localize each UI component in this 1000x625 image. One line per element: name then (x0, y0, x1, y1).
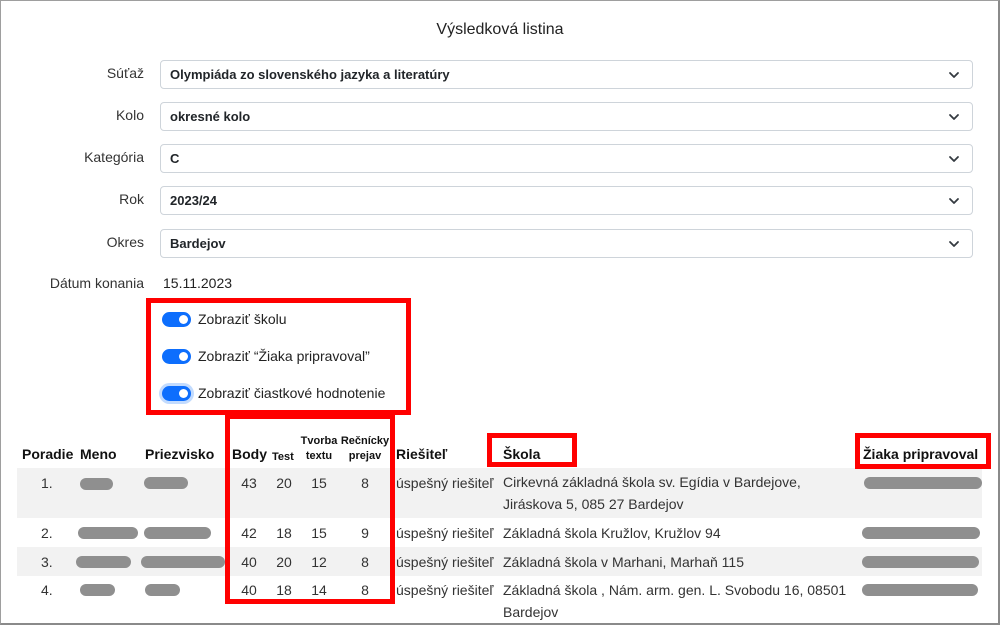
redacted-surname (144, 477, 188, 489)
cell-text-writing: 15 (311, 475, 327, 491)
cell-school: Základná škola v Marhani, Marhaň 115 (503, 554, 744, 570)
select-value: Olympiáda zo slovenského jazyka a litera… (170, 67, 450, 82)
filter-label: Rok (119, 191, 144, 207)
filter-district: Okres Bardejov (0, 229, 1000, 259)
district-select[interactable]: Bardejov (160, 229, 973, 258)
toggle-show-teacher[interactable]: Zobraziť “Žiaka pripravoval” (162, 346, 370, 366)
header-solver: Riešiteľ (396, 446, 448, 462)
cell-text-writing: 15 (311, 525, 327, 541)
redacted-first-name (78, 527, 138, 539)
redacted-first-name (80, 584, 115, 596)
redacted-surname (145, 584, 180, 596)
cell-test: 20 (276, 554, 292, 570)
filter-label: Súťaž (106, 65, 144, 81)
cell-test: 18 (276, 525, 292, 541)
select-value: Bardejov (170, 236, 226, 251)
chevron-down-icon (949, 72, 959, 78)
competition-select[interactable]: Olympiáda zo slovenského jazyka a litera… (160, 60, 973, 89)
header-rank: Poradie (22, 446, 74, 462)
cell-speech: 8 (361, 554, 369, 570)
filter-label: Okres (106, 234, 144, 250)
cell-points: 42 (241, 525, 257, 541)
select-value: C (170, 151, 180, 166)
toggle-label: Zobraziť školu (198, 311, 287, 327)
header-speech: Rečnícky prejav (340, 435, 390, 462)
redacted-teacher (864, 477, 982, 489)
select-value: 2023/24 (170, 193, 217, 208)
header-teacher: Žiaka pripravoval (863, 446, 979, 462)
filter-round: Kolo okresné kolo (0, 102, 1000, 132)
header-text-writing: Tvorba textu (300, 435, 338, 462)
redacted-surname (141, 556, 225, 568)
chevron-down-icon (949, 156, 959, 162)
filter-competition: Súťaž Olympiáda zo slovenského jazyka a … (0, 60, 1000, 90)
cell-points: 43 (241, 475, 257, 491)
cell-speech: 8 (361, 582, 369, 598)
cell-solver: úspešný riešiteľ (396, 554, 494, 570)
year-select[interactable]: 2023/24 (160, 186, 973, 215)
filter-label: Kategória (84, 149, 144, 165)
select-value: okresné kolo (170, 109, 251, 124)
toggle-show-school[interactable]: Zobraziť školu (162, 309, 287, 329)
header-test: Test (272, 451, 294, 463)
toggle-show-partial-scores[interactable]: Zobraziť čiastkové hodnotenie (162, 383, 385, 403)
filter-year: Rok 2023/24 (0, 186, 1000, 216)
date-label: Dátum konania (49, 275, 144, 291)
redacted-first-name (80, 478, 113, 490)
cell-solver: úspešný riešiteľ (396, 525, 494, 541)
toggle-label: Zobraziť čiastkové hodnotenie (198, 385, 386, 401)
row-stripe (17, 468, 982, 518)
redacted-teacher (862, 584, 978, 596)
cell-test: 18 (276, 582, 292, 598)
round-select[interactable]: okresné kolo (160, 102, 973, 131)
page-title: Výsledková listina (436, 21, 564, 38)
cell-text-writing: 14 (311, 582, 327, 598)
cell-points: 40 (241, 582, 257, 598)
toggle-switch[interactable] (162, 385, 191, 401)
cell-solver: úspešný riešiteľ (396, 582, 494, 598)
toggle-switch[interactable] (162, 311, 191, 327)
cell-school: Cirkevná základná škola sv. Egídia v Bar… (503, 474, 801, 512)
chevron-down-icon (949, 198, 959, 204)
cell-speech: 8 (361, 475, 369, 491)
header-surname: Priezvisko (145, 446, 215, 462)
header-first-name: Meno (80, 446, 117, 462)
header-school: Škola (503, 446, 541, 462)
toggle-switch[interactable] (162, 348, 191, 364)
cell-speech: 9 (361, 525, 369, 541)
cell-school: Základná škola Kružlov, Kružlov 94 (503, 525, 721, 541)
cell-rank: 4. (41, 582, 53, 598)
cell-school: Základná škola , Nám. arm. gen. L. Svobo… (503, 582, 847, 620)
redacted-teacher (862, 556, 979, 568)
filter-label: Kolo (115, 107, 144, 123)
cell-rank: 1. (41, 475, 53, 491)
cell-solver: úspešný riešiteľ (396, 475, 494, 491)
cell-text-writing: 12 (311, 554, 327, 570)
cell-rank: 2. (41, 525, 53, 541)
date-value: 15.11.2023 (163, 275, 233, 291)
redacted-first-name (76, 556, 131, 568)
category-select[interactable]: C (160, 144, 973, 173)
header-points: Body (232, 446, 267, 462)
redacted-teacher (862, 527, 980, 539)
cell-rank: 3. (41, 554, 53, 570)
chevron-down-icon (949, 114, 959, 120)
filter-category: Kategória C (0, 144, 1000, 174)
cell-test: 20 (276, 475, 292, 491)
cell-points: 40 (241, 554, 257, 570)
redacted-surname (144, 527, 211, 539)
chevron-down-icon (949, 241, 959, 247)
toggle-label: Zobraziť “Žiaka pripravoval” (198, 348, 370, 364)
